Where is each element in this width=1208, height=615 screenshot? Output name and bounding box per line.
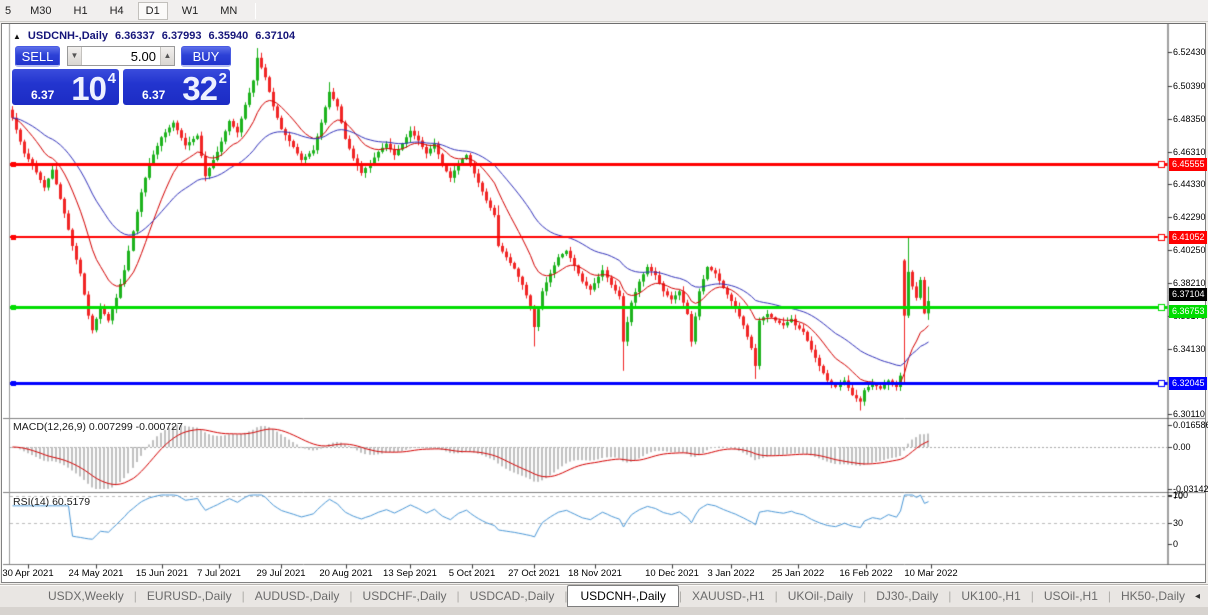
date-axis-label: 3 Jan 2022 bbox=[707, 568, 755, 579]
chart-tab-USDCAD-Daily[interactable]: USDCAD-,Daily bbox=[460, 586, 565, 606]
price-level-label: 6.36753 bbox=[1169, 305, 1207, 318]
rsi-axis-tick-label: 70 bbox=[1173, 490, 1184, 501]
ohlc-close: 6.37104 bbox=[255, 30, 296, 42]
timeframe-button-MN[interactable]: MN bbox=[212, 2, 245, 20]
chart-tab-UKOil-Daily[interactable]: UKOil-,Daily bbox=[778, 586, 863, 606]
date-axis-label: 10 Mar 2022 bbox=[904, 568, 958, 579]
volume-input[interactable] bbox=[82, 47, 160, 65]
rsi-axis-tick-label: 30 bbox=[1173, 518, 1184, 528]
chart-tab-USDCNH-Daily[interactable]: USDCNH-,Daily bbox=[567, 584, 679, 607]
ohlc-open: 6.36337 bbox=[115, 30, 155, 42]
chart-title: ▲ USDCNH-,Daily 6.36337 6.37993 6.35940 … bbox=[13, 30, 295, 42]
chart-symbol-label: USDCNH-,Daily bbox=[27, 30, 108, 42]
y-axis-tick-label: 6.42290 bbox=[1173, 211, 1206, 222]
trading-terminal: 5 M30 H1 H4 D1 W1 MN ▲ USDCNH-,Daily 6.36337 6… bbox=[0, 0, 1208, 615]
y-axis-tick-label: 6.40250 bbox=[1173, 244, 1206, 255]
chart-tab-UK100-H1[interactable]: UK100-,H1 bbox=[951, 586, 1030, 606]
rsi-indicator-label: RSI(14) 60.5179 bbox=[13, 496, 91, 508]
timeframe-button-H4[interactable]: H4 bbox=[102, 2, 132, 20]
toolbar-separator bbox=[255, 2, 257, 19]
buy-button[interactable]: BUY bbox=[181, 46, 231, 67]
date-axis-label: 25 Jan 2022 bbox=[771, 568, 825, 579]
buy-price-big: 32 bbox=[182, 70, 218, 107]
chart-tab-XAUUSD-H1[interactable]: XAUUSD-,H1 bbox=[682, 586, 775, 606]
date-axis-label: 20 Aug 2021 bbox=[319, 568, 373, 579]
macd-axis-tick-label: 0.016586 bbox=[1173, 420, 1208, 430]
chart-tab-bar: USDX,Weekly | EURUSD-,Daily | AUDUSD-,Daily |… bbox=[0, 584, 1208, 607]
timeframe-button-M30[interactable]: M30 bbox=[22, 2, 59, 20]
chart-tab-USOil-H1[interactable]: USOil-,H1 bbox=[1034, 586, 1108, 606]
buy-price-sup: 2 bbox=[218, 70, 227, 87]
status-strip bbox=[0, 607, 1208, 615]
y-axis-tick-label: 6.48350 bbox=[1173, 113, 1206, 124]
buy-price-prefix: 6.37 bbox=[142, 88, 166, 102]
sell-button[interactable]: SELL bbox=[15, 46, 60, 67]
volume-control: ▼ ▲ bbox=[67, 46, 175, 66]
date-axis-label: 29 Jul 2021 bbox=[256, 568, 306, 579]
date-axis-label: 30 Apr 2021 bbox=[2, 568, 54, 579]
sell-price-panel[interactable]: 6.37 10 4 bbox=[12, 69, 119, 107]
y-axis-tick-label: 6.30110 bbox=[1173, 409, 1205, 420]
date-axis-label: 15 Jun 2021 bbox=[135, 568, 189, 579]
current-price-label: 6.37104 bbox=[1169, 288, 1207, 301]
date-axis-label: 27 Oct 2021 bbox=[508, 568, 560, 579]
chart-tab-HK50-Daily[interactable]: HK50-,Daily bbox=[1111, 586, 1195, 606]
rsi-axis-tick-label: 0 bbox=[1173, 538, 1179, 549]
timeframe-button-W1[interactable]: W1 bbox=[174, 2, 207, 20]
chart-tab-EURUSD-Daily[interactable]: EURUSD-,Daily bbox=[137, 586, 242, 606]
y-axis-tick-label: 6.46310 bbox=[1173, 146, 1206, 157]
ohlc-high: 6.37993 bbox=[161, 30, 202, 42]
macd-axis-tick-label: 0.00 bbox=[1173, 442, 1191, 452]
y-axis-tick-label: 6.52430 bbox=[1173, 47, 1206, 58]
volume-increase-button[interactable]: ▲ bbox=[160, 47, 174, 65]
one-click-trading-widget: SELL ▼ ▲ BUY 6.37 10 4 6.37 32 2 bbox=[12, 46, 231, 107]
y-axis-tick-label: 6.44330 bbox=[1173, 178, 1206, 189]
chart-tab-USDCHF-Daily[interactable]: USDCHF-,Daily bbox=[353, 586, 457, 606]
y-axis-tick-label: 6.50390 bbox=[1173, 80, 1206, 91]
sell-price-sup: 4 bbox=[107, 70, 116, 87]
volume-decrease-button[interactable]: ▼ bbox=[68, 47, 82, 65]
price-level-label: 6.32045 bbox=[1169, 377, 1207, 390]
y-axis-tick-label: 6.34130 bbox=[1173, 344, 1206, 355]
macd-indicator-label: MACD(12,26,9) 0.007299 -0.000727 bbox=[13, 421, 183, 433]
timeframe-toolbar: 5 M30 H1 H4 D1 W1 MN bbox=[0, 0, 1208, 22]
timeframe-button-H1[interactable]: H1 bbox=[66, 2, 96, 20]
date-axis-label: 7 Jul 2021 bbox=[197, 568, 241, 579]
buy-price-panel[interactable]: 6.37 32 2 bbox=[123, 69, 230, 107]
chart-tab-AUDUSD-Daily[interactable]: AUDUSD-,Daily bbox=[245, 586, 350, 606]
sell-price-big: 10 bbox=[71, 70, 107, 107]
chart-tab-USDX-Weekly[interactable]: USDX,Weekly bbox=[38, 586, 134, 606]
price-level-label: 6.45555 bbox=[1169, 158, 1207, 171]
price-level-label: 6.41052 bbox=[1169, 231, 1207, 244]
ohlc-low: 6.35940 bbox=[208, 30, 249, 42]
timeframe-button-D1[interactable]: D1 bbox=[137, 1, 168, 20]
date-axis-label: 5 Oct 2021 bbox=[448, 568, 496, 579]
scroll-tabs-left-icon[interactable]: ◂ bbox=[1195, 591, 1200, 602]
chart-window: ▲ USDCNH-,Daily 6.36337 6.37993 6.35940 … bbox=[1, 23, 1208, 583]
date-axis-label: 18 Nov 2021 bbox=[568, 568, 622, 579]
collapse-trade-panel-icon[interactable]: ▲ bbox=[13, 30, 21, 42]
sell-price-prefix: 6.37 bbox=[31, 88, 55, 102]
timeframe-button-5[interactable]: 5 bbox=[0, 2, 16, 20]
date-axis-label: 13 Sep 2021 bbox=[383, 568, 437, 579]
date-axis-label: 16 Feb 2022 bbox=[839, 568, 893, 579]
chart-tab-DJ30-Daily[interactable]: DJ30-,Daily bbox=[866, 586, 948, 606]
date-axis-label: 24 May 2021 bbox=[68, 568, 124, 579]
date-axis-label: 10 Dec 2021 bbox=[645, 568, 699, 579]
